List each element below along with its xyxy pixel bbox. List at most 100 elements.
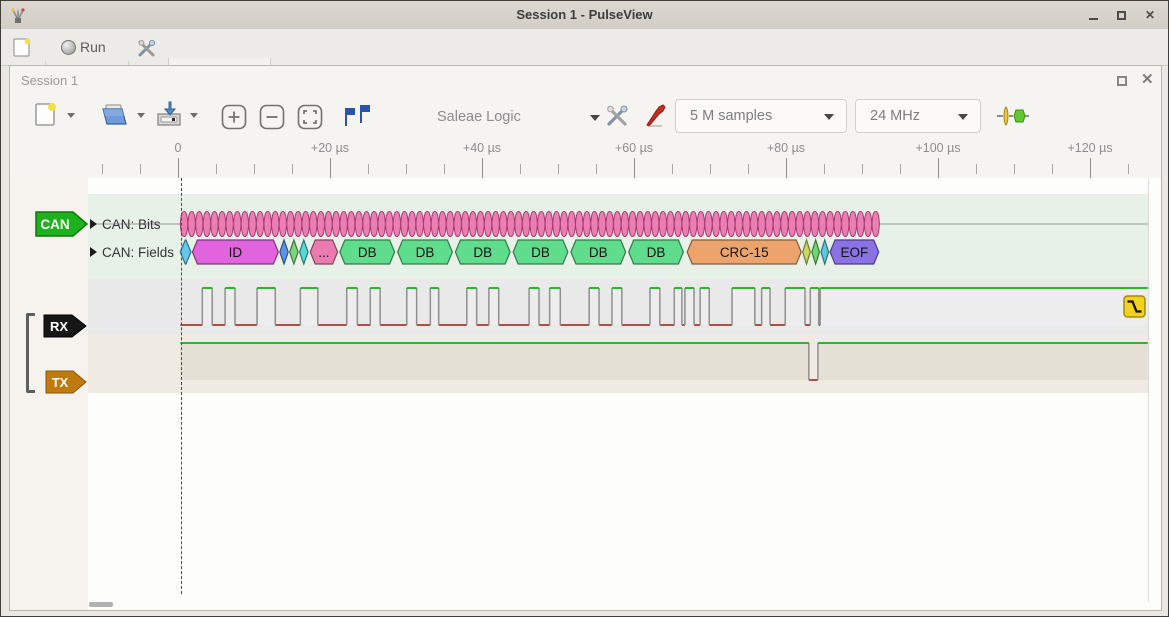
close-button[interactable]: ✕ — [1140, 8, 1160, 22]
ruler-label: +40 µs — [463, 141, 501, 155]
can-field-label: DB — [473, 245, 492, 260]
settings-icon[interactable] — [137, 37, 159, 59]
ruler-label: +80 µs — [767, 141, 805, 155]
ruler-minor-tick — [900, 164, 901, 174]
rx-high-fill — [529, 288, 539, 325]
ruler-minor-tick — [368, 164, 369, 174]
horizontal-scrollbar-handle[interactable] — [89, 602, 113, 607]
ruler-label: +120 µs — [1067, 141, 1112, 155]
can-field-annotation — [812, 240, 820, 264]
ruler-major-tick — [634, 158, 635, 178]
trace-viewport[interactable]: ID... DB DB DB DB DB DB CRC-15 EOF CAN CAN: Bits… — [11, 178, 1161, 610]
rx-high-fill — [489, 288, 499, 325]
rx-high-fill — [785, 288, 805, 325]
rx-high-fill — [810, 288, 818, 325]
can-field-annotation — [300, 240, 308, 264]
ruler-minor-tick — [976, 164, 977, 174]
ruler-minor-tick — [216, 164, 217, 174]
ruler-minor-tick — [1128, 164, 1129, 174]
svg-text:TX: TX — [52, 375, 69, 390]
rx-high-fill — [674, 288, 682, 325]
ruler-minor-tick — [254, 164, 255, 174]
ruler-minor-tick — [596, 164, 597, 174]
ruler-minor-tick — [558, 164, 559, 174]
maximize-button[interactable] — [1112, 9, 1132, 23]
can-field-annotation — [280, 240, 288, 264]
decoder-row-label-bits: CAN: Bits — [102, 217, 161, 232]
ruler-minor-tick — [406, 164, 407, 174]
title-bar: Session 1 - PulseView ✕ — [1, 1, 1168, 30]
can-field-label: EOF — [841, 245, 869, 260]
ruler-major-tick — [330, 158, 331, 178]
application-window: Session 1 - PulseView ✕ Run — [0, 0, 1169, 617]
time-zero-cursor[interactable] — [181, 178, 182, 594]
session-subwindow: Session 1 ✕ — [9, 65, 1162, 611]
decoder-tag-can[interactable]: CAN — [35, 211, 88, 237]
ruler-minor-tick — [520, 164, 521, 174]
minimize-button[interactable] — [1084, 9, 1104, 23]
channel-tag-rx[interactable]: RX — [43, 314, 87, 338]
can-field-label: DB — [589, 245, 608, 260]
can-field-label: ... — [318, 245, 329, 260]
tx-high-fill — [818, 343, 1148, 380]
window-title: Session 1 - PulseView — [1, 1, 1168, 29]
can-field-annotation — [821, 240, 829, 264]
rx-high-fill — [257, 288, 275, 325]
ruler-major-tick — [482, 158, 483, 178]
can-field-label: DB — [531, 245, 550, 260]
rx-high-fill — [347, 288, 358, 325]
ruler-label: +60 µs — [615, 141, 653, 155]
trigger-marker-falling-edge[interactable] — [1123, 295, 1146, 318]
ruler-label: +100 µs — [915, 141, 960, 155]
can-field-label: DB — [416, 245, 435, 260]
new-session-button[interactable] — [12, 37, 34, 59]
channel-tag-tx[interactable]: TX — [45, 370, 87, 394]
ruler-major-tick — [786, 158, 787, 178]
rx-high-fill — [370, 288, 380, 325]
can-bits-annotations — [180, 212, 879, 237]
can-field-label: DB — [647, 245, 666, 260]
view-right-border — [1148, 178, 1149, 602]
can-field-annotation — [290, 240, 298, 264]
time-ruler[interactable]: 0 +20 µs +40 µs +60 µs +80 µs +100 µs +120 µs — [10, 66, 1161, 178]
can-field-label: DB — [358, 245, 377, 260]
rx-edges — [202, 288, 820, 325]
trace-group-bracket[interactable] — [26, 313, 35, 393]
ruler-major-tick — [1090, 158, 1091, 178]
rx-high-fill — [407, 288, 417, 325]
ruler-major-tick — [178, 158, 179, 178]
run-button[interactable]: Run — [53, 29, 123, 65]
run-button-label: Run — [80, 29, 106, 65]
waveform-canvas: ID... DB DB DB DB DB DB CRC-15 EOF — [88, 178, 1148, 610]
ruler-minor-tick — [102, 164, 103, 174]
rx-high-fill — [550, 288, 561, 325]
ruler-minor-tick — [672, 164, 673, 174]
minimize-icon — [1089, 18, 1098, 20]
ruler-label: +20 µs — [311, 141, 349, 155]
expand-arrow-fields[interactable] — [90, 247, 97, 257]
ruler-label: 0 — [175, 141, 182, 155]
rx-high-fill — [762, 288, 770, 325]
maximize-icon — [1117, 11, 1126, 20]
main-toolbar: Run Session 1 × — [1, 29, 1168, 66]
expand-arrow-bits[interactable] — [90, 219, 97, 229]
ruler-minor-tick — [824, 164, 825, 174]
can-field-label: ID — [229, 245, 243, 260]
ruler-minor-tick — [748, 164, 749, 174]
rx-high-fill — [589, 288, 599, 325]
rx-high-fill — [700, 288, 709, 325]
tx-high-fill — [180, 343, 809, 380]
rx-high-fill — [732, 288, 755, 325]
run-icon — [61, 40, 76, 55]
tx-edges — [809, 343, 818, 380]
rx-high-fill — [430, 288, 438, 325]
ruler-minor-tick — [710, 164, 711, 174]
ruler-minor-tick — [1052, 164, 1053, 174]
rx-high-fill — [300, 288, 317, 325]
svg-text:CAN: CAN — [40, 217, 69, 232]
ruler-minor-tick — [1014, 164, 1015, 174]
decoder-row-label-fields: CAN: Fields — [102, 245, 174, 260]
ruler-minor-tick — [140, 164, 141, 174]
can-field-label: CRC-15 — [720, 245, 769, 260]
can-field-annotation — [803, 240, 811, 264]
